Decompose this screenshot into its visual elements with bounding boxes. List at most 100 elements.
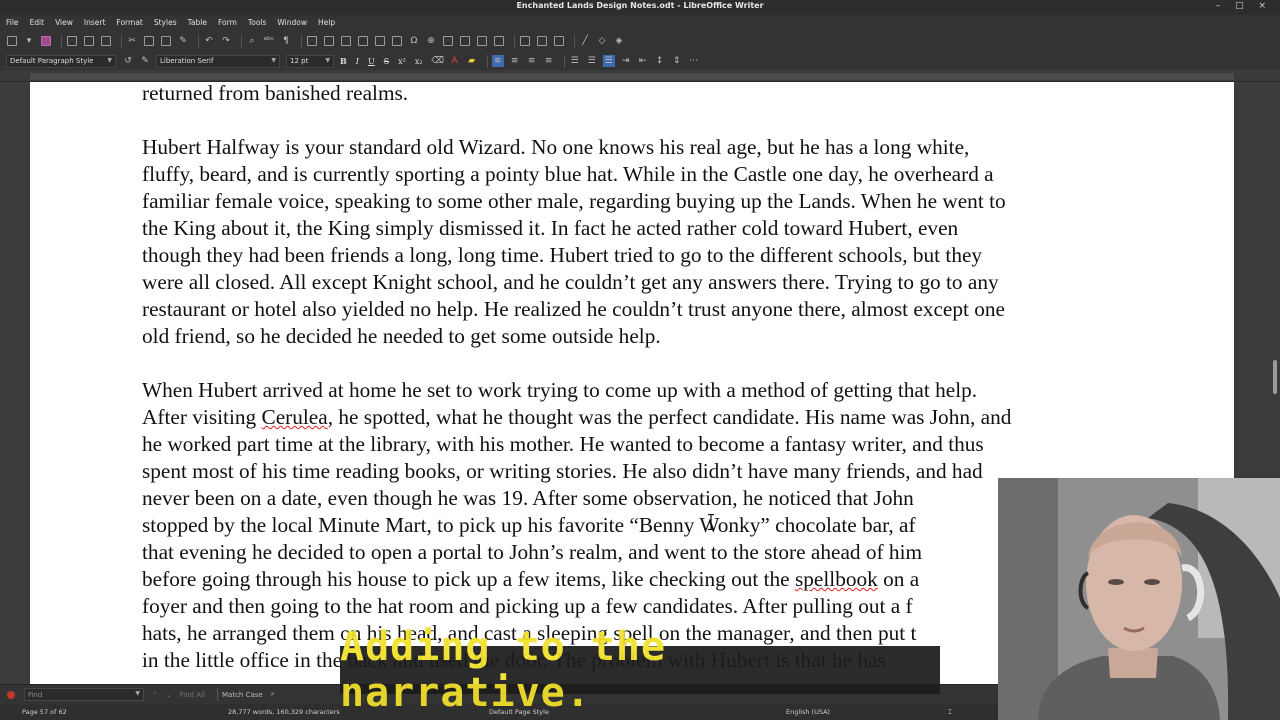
more-options-icon[interactable]: ⋯	[688, 55, 700, 67]
formatting-marks-icon[interactable]: ¶	[280, 35, 292, 47]
font-color-icon[interactable]: A	[449, 55, 461, 67]
find-input[interactable]: Find ▼	[24, 688, 144, 701]
menu-tools[interactable]: Tools	[248, 18, 266, 27]
align-center-icon[interactable]: ≡	[509, 55, 521, 67]
numbered-list-icon[interactable]: ☰	[586, 55, 598, 67]
spelling-icon[interactable]: ᵃᵇᶜ	[263, 35, 275, 47]
hyperlink-icon[interactable]: ⊕	[425, 35, 437, 47]
decrease-indent-icon[interactable]: ⇤	[637, 55, 649, 67]
cut-icon[interactable]: ✂	[126, 35, 138, 47]
footnote-icon[interactable]	[442, 35, 454, 47]
font-name-select[interactable]: Liberation Serif ▼	[156, 54, 280, 68]
text-line: though they had been friends a long, lon…	[142, 243, 983, 267]
paragraph-style-select[interactable]: Default Paragraph Style ▼	[6, 54, 116, 68]
new-document-icon[interactable]	[6, 35, 18, 47]
menu-file[interactable]: File	[6, 18, 19, 27]
word-count[interactable]: 28,777 words, 160,329 characters	[228, 708, 340, 716]
track-changes-icon[interactable]	[536, 35, 548, 47]
match-case-checkbox[interactable]: Match Case	[222, 691, 263, 699]
find-all-button[interactable]: Find All	[180, 691, 205, 699]
bookmark-icon[interactable]	[476, 35, 488, 47]
paragraph-spacing-icon[interactable]: ⇕	[671, 55, 683, 67]
window-controls[interactable]: – □ ×	[1216, 1, 1272, 11]
highlight-color-icon[interactable]: ▰	[466, 55, 478, 67]
menu-edit[interactable]: Edit	[30, 18, 45, 27]
italic-button[interactable]: I	[356, 57, 359, 66]
open-folder-icon[interactable]: ▾	[23, 35, 35, 47]
shapes-icon[interactable]: ◇	[596, 35, 608, 47]
chevron-down-icon: ▼	[135, 690, 140, 697]
print-icon[interactable]	[83, 35, 95, 47]
clone-formatting-icon[interactable]: ✎	[177, 35, 189, 47]
menu-format[interactable]: Format	[116, 18, 142, 27]
find-next-icon[interactable]: ⌄	[166, 691, 172, 699]
insert-textbox-icon[interactable]	[357, 35, 369, 47]
draw-functions-icon[interactable]: ◈	[613, 35, 625, 47]
paragraph-2[interactable]: Hubert Halfway is your standard old Wiza…	[142, 134, 1006, 350]
caption-text: Adding to the narrative.	[340, 624, 667, 716]
menu-window[interactable]: Window	[277, 18, 307, 27]
update-style-icon[interactable]: ↺	[122, 55, 134, 67]
text-line: stopped by the local Minute Mart, to pic…	[142, 513, 916, 537]
menu-view[interactable]: View	[55, 18, 73, 27]
comment-icon[interactable]	[519, 35, 531, 47]
menu-form[interactable]: Form	[218, 18, 237, 27]
text-line: that evening he decided to open a portal…	[142, 540, 923, 564]
redo-icon[interactable]: ↷	[220, 35, 232, 47]
toolbar-separator	[198, 34, 199, 48]
superscript-button[interactable]: x²	[398, 57, 406, 66]
misspelled-word[interactable]: spellbook	[795, 567, 878, 591]
minimize-icon[interactable]: –	[1216, 1, 1227, 11]
clear-formatting-icon[interactable]: ⌫	[431, 55, 444, 67]
insert-image-icon[interactable]	[323, 35, 335, 47]
paragraph-1[interactable]: returned from banished realms.	[142, 82, 408, 107]
save-icon[interactable]	[40, 35, 52, 47]
font-size-select[interactable]: 12 pt ▼	[286, 54, 334, 68]
menu-table[interactable]: Table	[188, 18, 207, 27]
paste-icon[interactable]	[160, 35, 172, 47]
increase-indent-icon[interactable]: ⇥	[620, 55, 632, 67]
print-preview-icon[interactable]	[100, 35, 112, 47]
align-left-icon[interactable]: ≡	[491, 55, 504, 67]
line-icon[interactable]: ╱	[579, 35, 591, 47]
close-icon[interactable]: ×	[1258, 1, 1272, 11]
bold-button[interactable]: B	[340, 56, 347, 66]
maximize-icon[interactable]: □	[1235, 1, 1250, 11]
page-break-icon[interactable]	[374, 35, 386, 47]
insert-field-icon[interactable]	[391, 35, 403, 47]
justify-icon[interactable]: ≡	[543, 55, 555, 67]
underline-button[interactable]: U	[368, 57, 375, 66]
strikethrough-button[interactable]: S	[384, 57, 389, 66]
insert-table-icon[interactable]	[306, 35, 318, 47]
copy-icon[interactable]	[143, 35, 155, 47]
outline-list-icon[interactable]: ☰	[602, 55, 615, 67]
text-line: When Hubert arrived at home he set to wo…	[142, 378, 978, 402]
close-findbar-icon[interactable]	[7, 690, 15, 699]
text-line: he worked part time at the library, with…	[142, 432, 984, 456]
menu-help[interactable]: Help	[318, 18, 335, 27]
export-pdf-icon[interactable]	[66, 35, 78, 47]
toolbar-separator	[61, 34, 62, 48]
line-spacing-icon[interactable]: ↕	[654, 55, 666, 67]
undo-icon[interactable]: ↶	[203, 35, 215, 47]
cross-reference-icon[interactable]	[493, 35, 505, 47]
misspelled-word[interactable]: Cerulea	[261, 405, 327, 429]
show-changes-icon[interactable]	[553, 35, 565, 47]
menu-styles[interactable]: Styles	[154, 18, 177, 27]
align-right-icon[interactable]: ≡	[526, 55, 538, 67]
scrollbar-thumb[interactable]	[1273, 360, 1277, 394]
find-previous-icon[interactable]: ⌃	[152, 691, 158, 699]
endnote-icon[interactable]	[459, 35, 471, 47]
bullet-list-icon[interactable]: ☰	[569, 55, 581, 67]
find-replace-dialog-icon[interactable]: ⌕	[271, 690, 275, 699]
special-character-icon[interactable]: Ω	[408, 35, 420, 47]
insert-mode-indicator[interactable]: ⌶	[948, 708, 952, 717]
horizontal-ruler[interactable]	[0, 70, 1280, 82]
new-style-icon[interactable]: ✎	[139, 55, 151, 67]
webcam-person-image	[998, 478, 1280, 720]
menu-insert[interactable]: Insert	[84, 18, 106, 27]
insert-chart-icon[interactable]	[340, 35, 352, 47]
page-indicator[interactable]: Page 57 of 62	[22, 708, 67, 716]
subscript-button[interactable]: x₂	[415, 57, 423, 66]
find-replace-icon[interactable]: ⌕	[246, 35, 258, 47]
